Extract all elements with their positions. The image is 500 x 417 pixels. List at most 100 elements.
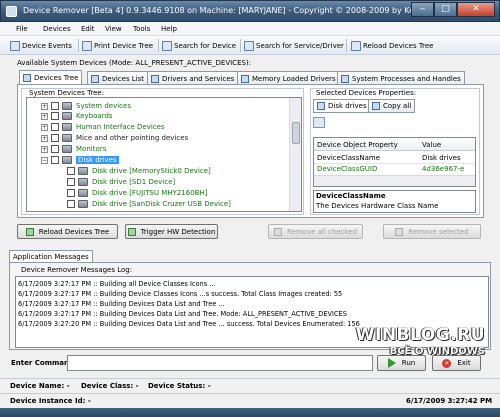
tab-devices-tree[interactable]: Devices Tree — [19, 70, 83, 85]
tab-devices-tree-label: Devices Tree — [34, 74, 79, 82]
remove-icon — [273, 227, 282, 236]
grid-cell-property[interactable]: DeviceClassGUID — [317, 165, 377, 173]
property-description: DeviceClassName The Devices Hardware Cla… — [313, 190, 476, 213]
search-device-label: Search for Device — [174, 41, 237, 50]
tree-node-disk-sd1[interactable]: Disk drive [SD1 Device] — [67, 177, 175, 187]
trigger-hw-detection-button[interactable]: Trigger HW Detection — [125, 224, 218, 239]
grid-cell-property[interactable]: DeviceClassName — [317, 154, 380, 162]
sort-icon[interactable] — [313, 117, 325, 128]
checkbox[interactable] — [51, 145, 59, 153]
window-title: Device Remover [Beta 4] 0.9.3446.9108 on… — [23, 6, 474, 15]
search-service-driver-button[interactable]: Search for Service/Driver — [244, 39, 344, 52]
tree-node-disk-memorystick[interactable]: Disk drive [MemoryStick0 Device] — [67, 166, 211, 176]
copy-all-label: Copy all — [383, 102, 412, 110]
print-device-tree-button[interactable]: Print Device Tree — [82, 39, 153, 52]
expand-icon[interactable]: + — [41, 123, 48, 131]
log-line: 6/17/2009 3:27:20 PM :: Building Devices… — [18, 320, 360, 328]
menu-view[interactable]: View — [105, 25, 122, 33]
exit-icon: ✕ — [442, 358, 452, 368]
device-icon — [62, 102, 72, 110]
checkbox[interactable] — [51, 134, 59, 142]
list-icon — [91, 74, 99, 83]
collapse-icon[interactable]: − — [41, 156, 48, 164]
expand-icon[interactable]: + — [41, 134, 48, 142]
tree-node-system-devices[interactable]: + System devices — [41, 101, 131, 111]
tab-system-processes[interactable]: System Processes and Handles — [337, 71, 465, 85]
command-input[interactable] — [67, 355, 373, 371]
status-device-name: Device Name: - — [10, 382, 70, 390]
checkbox[interactable] — [67, 178, 75, 186]
tree-node-hid[interactable]: + Human Interface Devices — [41, 122, 165, 132]
remove-all-checked-button[interactable]: Remove all checked — [268, 224, 363, 239]
expand-icon[interactable]: + — [41, 145, 48, 153]
disk-drive-icon — [78, 178, 88, 186]
search-device-button[interactable]: Search for Device — [162, 39, 236, 52]
grid-horizontal-scrollbar[interactable] — [314, 175, 475, 186]
properties-legend: Selected Devices Properties: — [314, 89, 419, 97]
subtab-disk-drives-label: Disk drives — [328, 102, 367, 110]
grid-cell-value[interactable]: 4d36e967-e — [422, 165, 474, 173]
grid-cell-value[interactable]: Disk drives — [422, 154, 474, 162]
toolbar: Device Events Print Device Tree Search f… — [0, 36, 500, 55]
watermark-title: WINBLOG.RU — [355, 325, 485, 345]
checkbox[interactable] — [51, 112, 59, 120]
scrollbar-thumb[interactable] — [292, 122, 300, 144]
checkbox[interactable] — [67, 200, 75, 208]
column-header-property[interactable]: Device Object Property — [317, 141, 398, 149]
expand-icon[interactable]: + — [41, 112, 48, 120]
tree-node-mice[interactable]: + Mice and other pointing devices — [41, 133, 188, 143]
exit-button[interactable]: ✕ Exit — [432, 355, 481, 371]
reload-devices-tree-button[interactable]: Reload Devices Tree — [17, 224, 118, 239]
tree-node-disk-drives[interactable]: − Disk drives — [41, 155, 119, 165]
tree-icon — [23, 74, 31, 82]
minimize-button[interactable]: ‒ — [411, 2, 434, 17]
menu-tools[interactable]: Tools — [133, 25, 150, 33]
tree-node-keyboards[interactable]: + Keyboards — [41, 111, 113, 121]
menu-edit[interactable]: Edit — [81, 25, 95, 33]
maximize-button[interactable]: □ — [434, 2, 457, 17]
keyboard-icon — [62, 112, 72, 120]
menu-help[interactable]: Help — [161, 25, 177, 33]
devices-tree[interactable]: + System devices + Keyboards + Human Interf… — [26, 97, 302, 212]
checkbox[interactable] — [51, 156, 59, 164]
copy-all-button[interactable]: Copy all — [368, 99, 416, 113]
checkbox[interactable] — [51, 102, 59, 110]
properties-grid[interactable]: Device Object Property Value DeviceClass… — [313, 137, 476, 187]
status-device-status: Device Status: - — [148, 382, 211, 390]
tree-node-monitors[interactable]: + Monitors — [41, 144, 106, 154]
column-header-value[interactable]: Value — [422, 141, 441, 149]
messages-legend: Device Remover Messages Log: — [21, 266, 133, 274]
disk-drive-icon — [78, 189, 88, 197]
checkbox[interactable] — [51, 123, 59, 131]
tree-node-disk-fujitsu[interactable]: Disk drive [FUJITSU MHY2160BH] — [67, 188, 207, 198]
remove-selected-button[interactable]: Remove selected — [383, 224, 481, 239]
toolbar-separator — [78, 39, 79, 52]
subtab-disk-drives[interactable]: Disk drives — [313, 99, 371, 113]
mouse-icon — [62, 134, 72, 142]
toolbar-separator — [158, 39, 159, 52]
expand-icon[interactable]: + — [41, 102, 48, 110]
print-device-tree-label: Print Device Tree — [94, 41, 154, 50]
close-button[interactable]: ✕ — [457, 2, 495, 17]
menu-devices[interactable]: Devices — [43, 25, 71, 33]
tree-node-disk-sandisk[interactable]: Disk drive [SanDisk Cruzer USB Device] — [67, 199, 231, 209]
drivers-icon — [151, 74, 159, 83]
device-events-button[interactable]: Device Events — [10, 39, 72, 52]
tree-node-label: Disk drives — [76, 156, 119, 164]
run-button[interactable]: Run — [377, 355, 426, 371]
search-icon — [162, 40, 172, 51]
menu-file[interactable]: File — [16, 25, 28, 33]
tab-memory-loaded-drivers[interactable]: Memory Loaded Drivers — [237, 71, 340, 85]
disk-drive-icon — [78, 200, 88, 208]
checkbox[interactable] — [67, 167, 75, 175]
status-bar-instance: Device Instance Id: - 6/17/2009 3:27:42 … — [0, 393, 500, 407]
tab-devices-list[interactable]: Devices List — [87, 71, 149, 85]
tree-scrollbar[interactable] — [289, 98, 301, 211]
status-device-class: Device Class: - — [81, 382, 139, 390]
description-title: DeviceClassName — [316, 192, 386, 200]
printer-icon — [82, 40, 92, 51]
tree-node-label: Disk drive [MemoryStick0 Device] — [92, 167, 211, 175]
checkbox[interactable] — [67, 189, 75, 197]
reload-devices-tree-toolbar-button[interactable]: Reload Devices Tree — [351, 39, 433, 52]
tab-drivers-services[interactable]: Drivers and Services — [147, 71, 239, 85]
